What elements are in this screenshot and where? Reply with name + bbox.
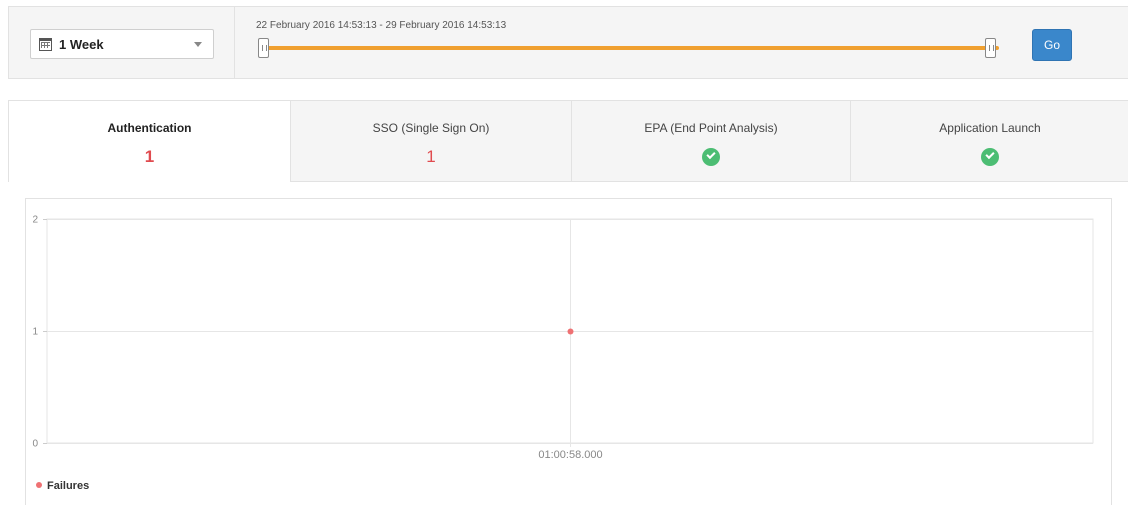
failures-chart: 0 1 2 01:00:58.000 Failures (25, 198, 1112, 505)
time-filter-bar: 1 Week 22 February 2016 14:53:13 - 29 Fe… (8, 6, 1128, 79)
y-tick-label: 0 (32, 439, 38, 450)
failure-count: 1 (426, 147, 436, 166)
check-circle-icon (981, 148, 999, 166)
filter-divider (234, 7, 235, 79)
calendar-icon (39, 38, 52, 51)
data-point (567, 328, 574, 335)
tab-application-launch[interactable]: Application Launch (850, 101, 1128, 182)
legend-label: Failures (47, 480, 90, 492)
range-start-handle[interactable] (258, 38, 269, 58)
y-tick-label: 1 (32, 327, 38, 338)
chevron-down-icon (194, 42, 202, 47)
tab-epa[interactable]: EPA (End Point Analysis) (571, 101, 850, 182)
chart-canvas: 0 1 2 01:00:58.000 (32, 215, 1094, 461)
range-end-handle[interactable] (985, 38, 996, 58)
check-circle-icon (702, 148, 720, 166)
tab-label: SSO (Single Sign On) (372, 121, 490, 135)
tab-sso[interactable]: SSO (Single Sign On) 1 (290, 101, 571, 182)
tab-authentication[interactable]: Authentication 1 (9, 101, 290, 183)
x-tick-label: 01:00:58.000 (538, 449, 602, 461)
period-dropdown[interactable]: 1 Week (30, 29, 214, 59)
y-tick-label: 2 (32, 215, 38, 226)
date-range-text: 22 February 2016 14:53:13 - 29 February … (256, 20, 507, 31)
legend-marker (36, 482, 42, 488)
tab-label: EPA (End Point Analysis) (644, 121, 778, 135)
date-range-slider-track[interactable] (267, 46, 999, 50)
tab-label: Application Launch (939, 121, 1041, 135)
period-selected-value: 1 Week (59, 37, 104, 52)
chart-legend[interactable]: Failures (36, 480, 89, 492)
tab-label: Authentication (107, 121, 192, 135)
failure-count: 1 (144, 147, 155, 166)
go-button[interactable]: Go (1032, 29, 1072, 61)
analysis-tabs: Authentication 1 SSO (Single Sign On) 1 … (8, 100, 1128, 183)
